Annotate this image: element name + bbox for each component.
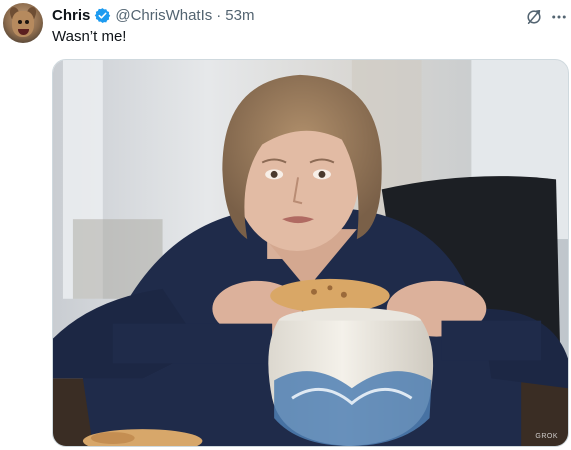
dog-eye-left xyxy=(18,20,22,24)
tweet[interactable]: Chris @ChrisWhatIs · 53m Wasn’t me! GROK xyxy=(0,0,571,450)
grok-watermark: GROK xyxy=(535,433,558,440)
timestamp[interactable]: 53m xyxy=(225,7,254,24)
verified-badge-icon xyxy=(95,7,111,23)
tweet-header: Chris @ChrisWhatIs · 53m xyxy=(52,5,254,25)
author-avatar[interactable] xyxy=(3,3,43,43)
more-icon[interactable] xyxy=(550,8,568,26)
tweet-text: Wasn’t me! xyxy=(52,28,127,45)
grok-icon[interactable] xyxy=(524,7,544,27)
tweet-image[interactable]: GROK xyxy=(52,59,569,447)
dog-eye-right xyxy=(25,20,29,24)
separator-dot: · xyxy=(216,6,222,24)
author-handle[interactable]: @ChrisWhatIs xyxy=(115,7,212,24)
photo-illustration xyxy=(53,60,568,446)
author-name[interactable]: Chris xyxy=(52,7,90,24)
